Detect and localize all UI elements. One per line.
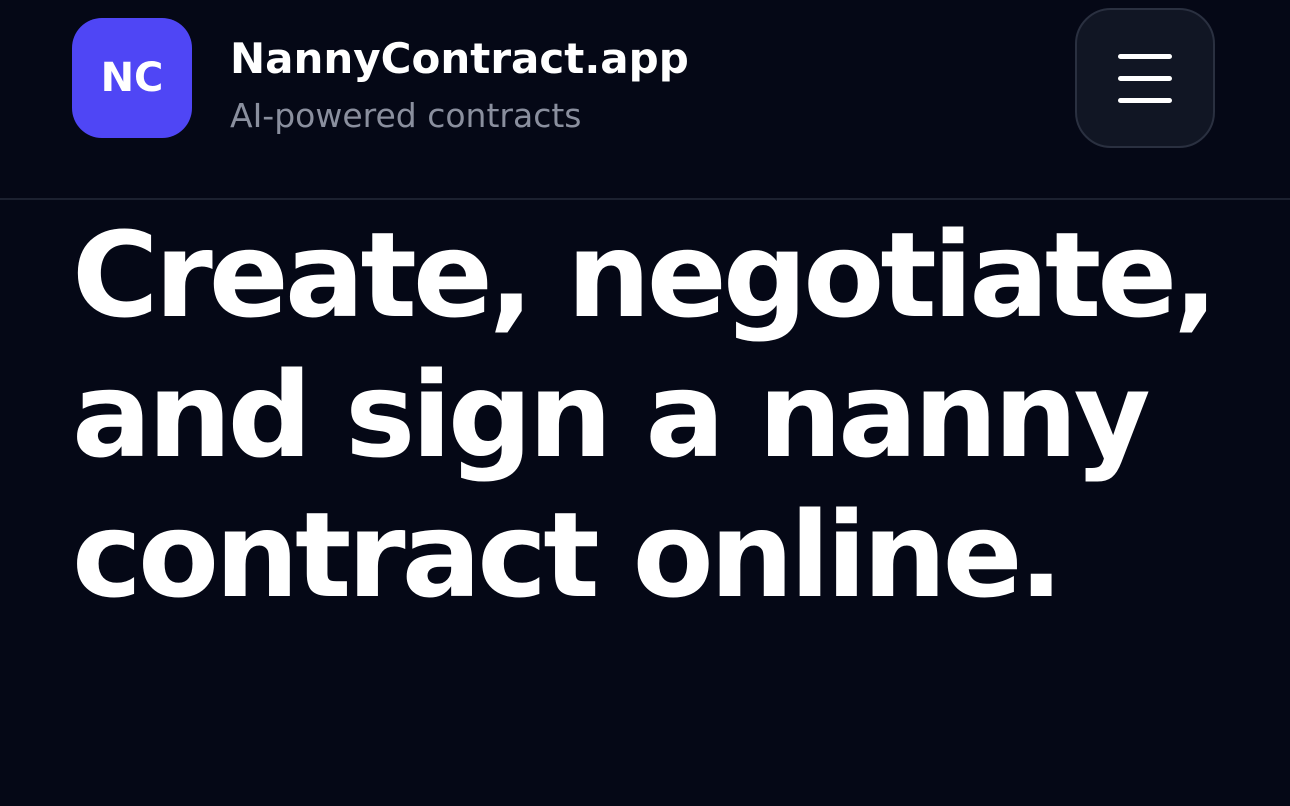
logo-badge[interactable]: NC [72, 18, 192, 138]
hamburger-menu-icon-bar [1118, 75, 1172, 81]
hamburger-menu-icon [1118, 53, 1172, 59]
hamburger-menu-icon-bar [1118, 97, 1172, 103]
brand-tagline: AI-powered contracts [230, 96, 582, 135]
brand-name[interactable]: NannyContract.app [230, 32, 689, 86]
hero-headline: Create, negotiate, and sign a nanny cont… [72, 206, 1218, 624]
menu-button[interactable] [1075, 8, 1215, 148]
site-header: NC NannyContract.app AI-powered contract… [0, 0, 1290, 200]
